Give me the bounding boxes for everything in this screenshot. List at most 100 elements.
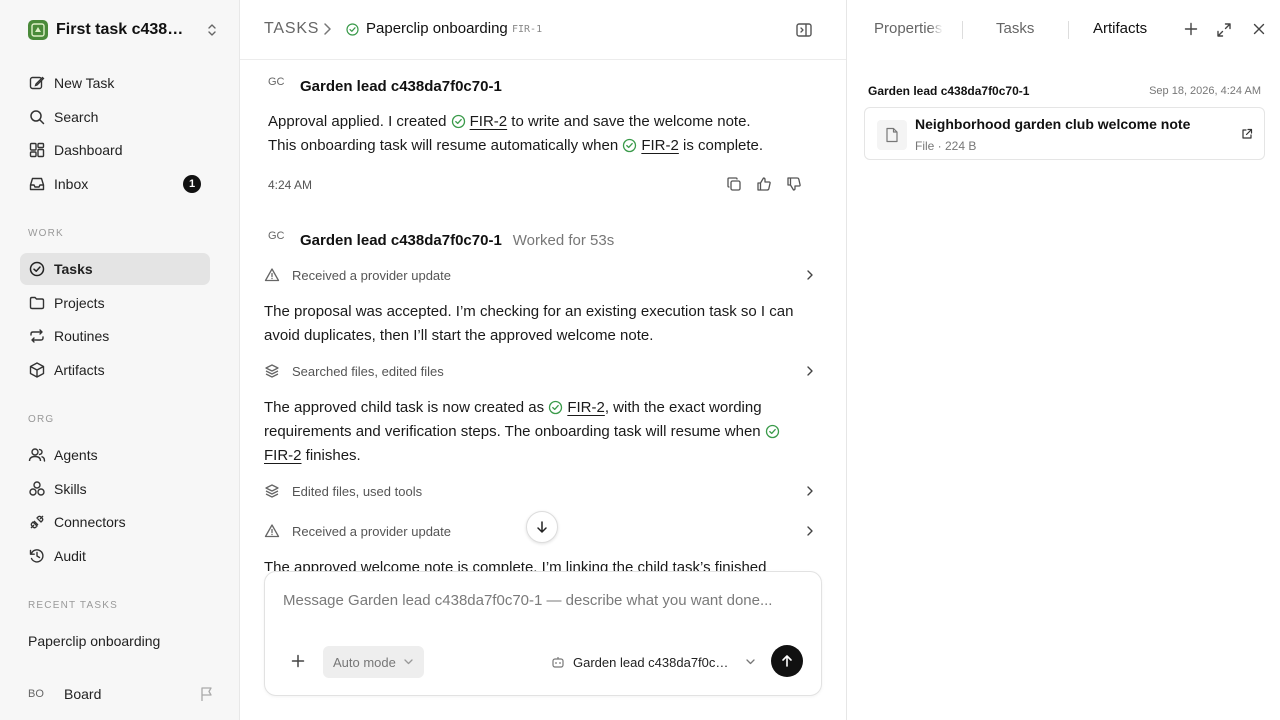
nav-artifacts[interactable]: Artifacts	[20, 354, 210, 386]
artifact-card[interactable]: Neighborhood garden club welcome note Fi…	[864, 107, 1265, 160]
chevron-right-icon	[806, 525, 814, 537]
check-circle-icon	[765, 424, 780, 439]
nav-agents[interactable]: Agents	[20, 439, 210, 471]
message-composer: Auto mode Garden lead c438da7f0c70-1	[264, 571, 822, 696]
nav-label: Dashboard	[54, 142, 123, 158]
sidebar: First task c438da7f0c70 New Task Search …	[0, 0, 240, 720]
page-title: Paperclip onboarding	[366, 20, 508, 37]
check-circle-icon	[451, 114, 466, 129]
thumbs-down-icon[interactable]	[786, 176, 802, 192]
message-text: is complete.	[683, 137, 764, 154]
activity-row-tools[interactable]: Edited files, used tools	[264, 481, 814, 501]
activity-label: Searched files, edited files	[292, 363, 444, 379]
box-icon	[28, 361, 46, 379]
message-body: The approved welcome note is complete. I…	[264, 559, 767, 571]
panel-toggle-icon[interactable]	[795, 21, 813, 39]
plug-icon	[28, 513, 46, 531]
chevron-down-icon	[404, 659, 413, 665]
nav-search[interactable]: Search	[20, 101, 210, 133]
chevron-down-icon	[746, 659, 755, 665]
main-content: TASKS Paperclip onboarding FIR-1 GC Gard…	[240, 0, 846, 720]
flag-icon[interactable]	[200, 686, 214, 702]
breadcrumb-tasks[interactable]: TASKS	[264, 20, 319, 38]
message-body: The proposal was accepted. I’m checking …	[264, 303, 794, 344]
search-icon	[28, 108, 46, 126]
pencil-square-icon	[28, 74, 46, 92]
nav-label: Agents	[54, 447, 98, 463]
chevron-right-icon	[806, 365, 814, 377]
tab-tasks[interactable]: Tasks	[996, 20, 1034, 37]
message-input[interactable]	[283, 592, 783, 609]
message-text: This onboarding task will resume automat…	[268, 137, 619, 154]
expand-icon[interactable]	[1216, 22, 1232, 38]
thumbs-up-icon[interactable]	[756, 176, 772, 192]
close-icon[interactable]	[1252, 22, 1266, 36]
nav-label: Routines	[54, 328, 110, 344]
garden-logo-icon	[28, 20, 48, 40]
nav-connectors[interactable]: Connectors	[20, 506, 210, 538]
nav-dashboard[interactable]: Dashboard	[20, 134, 210, 166]
nav-audit[interactable]: Audit	[20, 540, 210, 572]
copy-icon[interactable]	[726, 176, 742, 192]
task-link-fir-2[interactable]: FIR-2	[470, 113, 508, 130]
folder-icon	[28, 294, 46, 312]
chevron-right-icon	[806, 269, 814, 281]
nav-label: Inbox	[54, 176, 89, 192]
send-button[interactable]	[771, 645, 803, 677]
top-bar: TASKS Paperclip onboarding FIR-1	[240, 0, 846, 60]
panel-tabs: Properties Tasks Artifacts	[847, 0, 1280, 60]
agent-select[interactable]: Garden lead c438da7f0c70-1	[551, 652, 755, 672]
message-timestamp: 4:24 AM	[268, 178, 313, 192]
scroll-to-bottom-button[interactable]	[526, 511, 558, 543]
mode-select[interactable]: Auto mode	[323, 646, 424, 678]
file-icon	[877, 120, 907, 150]
skills-icon	[28, 480, 46, 498]
board-switcher[interactable]: BO Board	[28, 683, 214, 705]
workspace-switcher[interactable]: First task c438da7f0c70	[28, 18, 218, 42]
artifact-meta: File · 224 B	[915, 139, 977, 153]
nav-new-task[interactable]: New Task	[20, 67, 210, 99]
right-panel: Properties Tasks Artifacts Garden lead c…	[846, 0, 1280, 720]
inbox-icon	[28, 175, 46, 193]
avatar: GC	[268, 230, 285, 242]
message-header: GC Garden lead c438da7f0c70-1 Worked for…	[268, 230, 614, 250]
check-circle-icon	[548, 400, 563, 415]
done-status-icon	[346, 23, 359, 36]
nav-tasks[interactable]: Tasks	[20, 253, 210, 285]
repeat-icon	[28, 327, 46, 345]
attach-plus-icon[interactable]	[291, 654, 305, 668]
board-label: Board	[64, 686, 102, 702]
external-link-icon[interactable]	[1241, 128, 1253, 140]
nav-projects[interactable]: Projects	[20, 287, 210, 319]
tab-artifacts[interactable]: Artifacts	[1093, 20, 1147, 37]
mode-label: Auto mode	[333, 654, 396, 670]
history-icon	[28, 547, 46, 565]
add-icon[interactable]	[1184, 22, 1198, 36]
warning-icon	[264, 523, 280, 539]
artifact-title: Neighborhood garden club welcome note	[915, 116, 1191, 132]
inbox-count-badge: 1	[183, 175, 201, 193]
section-label-recent: RECENT TASKS	[28, 600, 118, 611]
task-link-fir-2[interactable]: FIR-2	[264, 447, 302, 464]
recent-task-item[interactable]: Paperclip onboarding	[28, 633, 160, 649]
activity-row-provider-update[interactable]: Received a provider update	[264, 265, 814, 285]
task-link-fir-2[interactable]: FIR-2	[641, 137, 679, 154]
activity-row-files[interactable]: Searched files, edited files	[264, 361, 814, 381]
task-link-fir-2[interactable]: FIR-2	[567, 399, 605, 416]
check-circle-icon	[622, 138, 637, 153]
activity-label: Received a provider update	[292, 267, 451, 283]
message-feed[interactable]: GC Garden lead c438da7f0c70-1 Approval a…	[240, 61, 846, 571]
nav-inbox[interactable]: Inbox 1	[20, 168, 210, 200]
nav-routines[interactable]: Routines	[20, 320, 210, 352]
nav-label: Skills	[54, 481, 87, 497]
tab-properties[interactable]: Properties	[874, 20, 943, 37]
chevron-right-icon	[806, 485, 814, 497]
nav-label: Tasks	[54, 261, 93, 277]
message-author: Garden lead c438da7f0c70-1	[300, 231, 502, 249]
nav-skills[interactable]: Skills	[20, 473, 210, 505]
section-label-work: WORK	[28, 228, 64, 239]
users-icon	[28, 446, 46, 464]
layers-icon	[264, 483, 280, 499]
activity-label: Edited files, used tools	[292, 483, 423, 499]
artifact-date: Sep 18, 2026, 4:24 AM	[1149, 85, 1261, 97]
